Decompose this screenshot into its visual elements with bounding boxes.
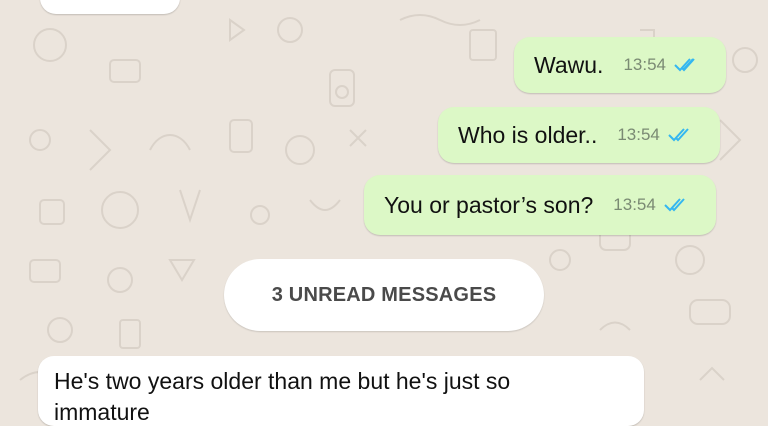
message-text-line-1: He's two years older than me but he's ju… — [54, 368, 511, 394]
incoming-message-bubble-partial[interactable] — [40, 0, 180, 14]
double-check-read-icon — [668, 127, 694, 143]
message-meta: 13:54 — [617, 125, 694, 145]
outgoing-message-bubble[interactable]: Who is older.. 13:54 — [438, 107, 720, 163]
message-meta: 13:54 — [613, 195, 690, 215]
unread-messages-banner: 3 UNREAD MESSAGES — [224, 259, 544, 331]
unread-messages-label: 3 UNREAD MESSAGES — [271, 283, 497, 306]
message-time: 13:54 — [617, 125, 660, 144]
double-check-read-icon — [674, 57, 700, 73]
message-text: Wawu. — [534, 51, 604, 78]
outgoing-message-bubble[interactable]: You or pastor’s son? 13:54 — [364, 175, 716, 235]
double-check-read-icon — [664, 197, 690, 213]
outgoing-message-bubble[interactable]: Wawu. 13:54 — [514, 37, 726, 93]
message-time: 13:54 — [623, 55, 666, 74]
message-text: You or pastor’s son? — [384, 191, 594, 218]
message-time: 13:54 — [613, 195, 656, 214]
message-text: Who is older.. — [458, 121, 598, 148]
message-meta: 13:54 — [623, 55, 700, 75]
message-text-line-2: immature — [54, 399, 150, 425]
incoming-message-bubble[interactable]: He's two years older than me but he's ju… — [38, 356, 644, 426]
